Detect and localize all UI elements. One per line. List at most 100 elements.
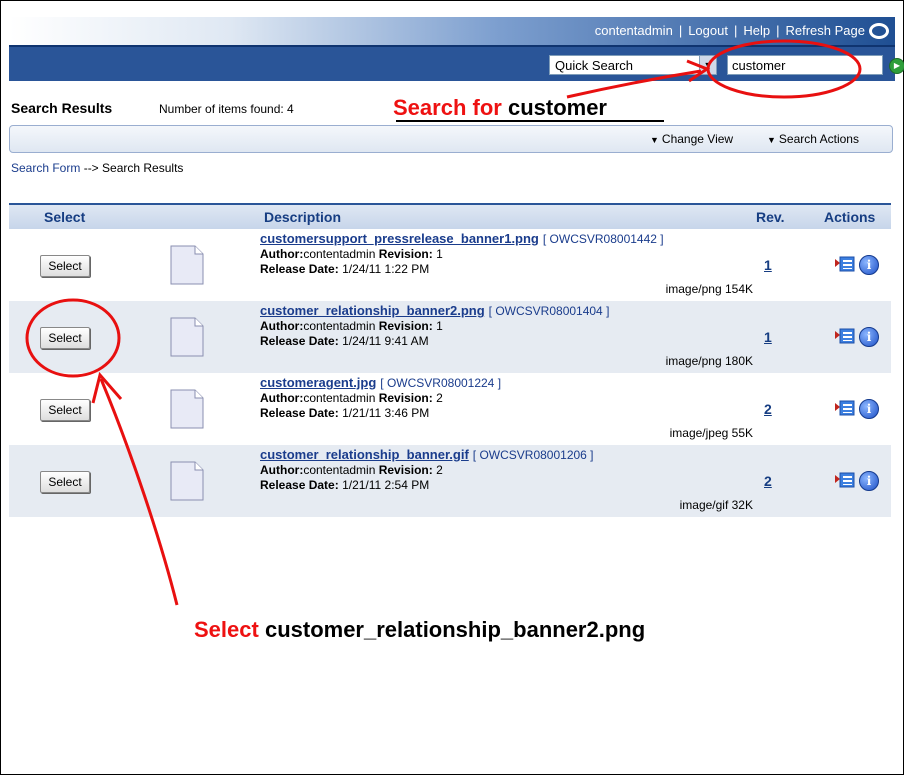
separator: | xyxy=(733,23,738,38)
search-bar: Quick Search ▼ ▶ xyxy=(9,45,904,81)
author-value: contentadmin xyxy=(303,247,376,261)
breadcrumb: Search Form --> Search Results xyxy=(11,161,183,175)
search-mode-select[interactable]: Quick Search ▼ xyxy=(549,55,717,75)
info-icon[interactable]: i xyxy=(859,399,879,419)
header-links: contentadmin | Logout | Help | Refresh Page xyxy=(595,23,865,38)
actions-menu-icon[interactable] xyxy=(835,471,855,489)
file-name-link[interactable]: customersupport_pressrelease_banner1.png xyxy=(260,231,539,246)
file-name-link[interactable]: customeragent.jpg xyxy=(260,375,376,390)
author-label: Author: xyxy=(260,391,304,405)
actions-menu-icon[interactable] xyxy=(835,399,855,417)
author-label: Author: xyxy=(260,463,304,477)
select-button[interactable]: Select xyxy=(40,471,90,493)
table-row: Select customersupport_pressrelease_bann… xyxy=(9,229,891,301)
search-input[interactable] xyxy=(727,55,883,75)
revision-value: 1 xyxy=(436,319,443,333)
author-value: contentadmin xyxy=(303,319,376,333)
results-toolbar: ▼ Change View ▼ Search Actions xyxy=(9,125,893,153)
author-label: Author: xyxy=(260,247,304,261)
page-title: Search Results xyxy=(11,100,113,116)
file-name-link[interactable]: customer_relationship_banner.gif xyxy=(260,447,469,462)
table-row: Select customeragent.jpg [ OWCSVR08001224… xyxy=(9,373,891,445)
column-header-actions: Actions xyxy=(824,209,876,225)
file-entry: customer_relationship_banner2.png[ OWCSV… xyxy=(260,303,609,318)
logout-link[interactable]: Logout xyxy=(688,23,728,38)
table-row: Select customer_relationship_banner.gif[… xyxy=(9,445,891,517)
top-header-bar: contentadmin | Logout | Help | Refresh Page xyxy=(9,17,895,45)
results-table: Select Description Rev. Actions Select c… xyxy=(9,203,891,517)
release-label: Release Date: xyxy=(260,262,339,276)
author-line: Author:contentadmin Revision: 2 xyxy=(260,463,443,477)
release-line: Release Date: 1/21/11 2:54 PM xyxy=(260,478,429,492)
file-name-link[interactable]: customer_relationship_banner2.png xyxy=(260,303,485,318)
help-link[interactable]: Help xyxy=(743,23,770,38)
revision-value: 1 xyxy=(436,247,443,261)
search-annotation-red: Search for xyxy=(393,95,502,120)
select-annotation-black: customer_relationship_banner2.png xyxy=(264,617,646,642)
table-header: Select Description Rev. Actions xyxy=(9,203,891,229)
file-type-size: image/jpeg 55K xyxy=(669,426,753,440)
release-value: 1/24/11 1:22 PM xyxy=(342,262,430,276)
revision-link[interactable]: 1 xyxy=(764,257,772,273)
release-line: Release Date: 1/21/11 3:46 PM xyxy=(260,406,429,420)
author-value: contentadmin xyxy=(303,391,376,405)
table-row: Select customer_relationship_banner2.png… xyxy=(9,301,891,373)
dropdown-arrow-icon[interactable]: ▼ xyxy=(699,56,716,74)
release-label: Release Date: xyxy=(260,406,339,420)
revision-link[interactable]: 2 xyxy=(764,473,772,489)
separator: | xyxy=(678,23,683,38)
document-icon xyxy=(170,317,204,357)
change-view-label: Change View xyxy=(661,132,734,146)
author-line: Author:contentadmin Revision: 1 xyxy=(260,319,443,333)
document-icon xyxy=(170,245,204,285)
column-header-select: Select xyxy=(44,209,86,225)
select-button[interactable]: Select xyxy=(40,255,90,277)
search-actions-label: Search Actions xyxy=(778,132,859,146)
column-header-description: Description xyxy=(264,209,342,225)
author-label: Author: xyxy=(260,319,304,333)
search-annotation-black: customer xyxy=(507,95,607,120)
actions-menu-icon[interactable] xyxy=(835,255,855,273)
release-value: 1/21/11 3:46 PM xyxy=(342,406,430,420)
info-icon[interactable]: i xyxy=(859,255,879,275)
select-annotation-red: Select xyxy=(194,617,259,642)
author-value: contentadmin xyxy=(303,463,376,477)
select-button[interactable]: Select xyxy=(40,327,90,349)
file-entry: customer_relationship_banner.gif[ OWCSVR… xyxy=(260,447,594,462)
annotation-underline xyxy=(396,120,664,122)
search-annotation: Search for customer xyxy=(393,95,607,121)
search-actions-menu[interactable]: ▼ Search Actions xyxy=(767,132,859,146)
revision-label: Revision: xyxy=(378,463,433,477)
search-go-icon[interactable]: ▶ xyxy=(889,58,904,74)
file-type-size: image/png 180K xyxy=(665,354,753,368)
author-line: Author:contentadmin Revision: 1 xyxy=(260,247,443,261)
user-link[interactable]: contentadmin xyxy=(595,23,673,38)
search-form-link[interactable]: Search Form xyxy=(11,161,80,175)
document-id: [ OWCSVR08001404 ] xyxy=(488,304,610,318)
release-value: 1/24/11 9:41 AM xyxy=(342,334,429,348)
actions-menu-icon[interactable] xyxy=(835,327,855,345)
info-icon[interactable]: i xyxy=(859,471,879,491)
search-mode-value: Quick Search xyxy=(555,58,634,73)
info-icon[interactable]: i xyxy=(859,327,879,347)
column-header-rev: Rev. xyxy=(756,209,785,225)
revision-link[interactable]: 1 xyxy=(764,329,772,345)
document-icon xyxy=(170,461,204,501)
release-value: 1/21/11 2:54 PM xyxy=(342,478,430,492)
screenshot-frame: contentadmin | Logout | Help | Refresh Page Qu… xyxy=(0,0,904,775)
document-id: [ OWCSVR08001206 ] xyxy=(472,448,594,462)
revision-value: 2 xyxy=(436,391,443,405)
file-entry: customersupport_pressrelease_banner1.png… xyxy=(260,231,664,246)
revision-link[interactable]: 2 xyxy=(764,401,772,417)
chevron-down-icon: ▼ xyxy=(767,135,776,145)
select-annotation: Select customer_relationship_banner2.png xyxy=(194,617,645,643)
change-view-menu[interactable]: ▼ Change View xyxy=(650,132,733,146)
refresh-page-link[interactable]: Refresh Page xyxy=(786,23,866,38)
author-line: Author:contentadmin Revision: 2 xyxy=(260,391,443,405)
revision-label: Revision: xyxy=(378,391,433,405)
oracle-logo-icon xyxy=(869,23,889,39)
breadcrumb-separator: --> xyxy=(80,161,103,175)
revision-label: Revision: xyxy=(378,247,433,261)
file-entry: customeragent.jpg [ OWCSVR08001224 ] xyxy=(260,375,501,390)
select-button[interactable]: Select xyxy=(40,399,90,421)
